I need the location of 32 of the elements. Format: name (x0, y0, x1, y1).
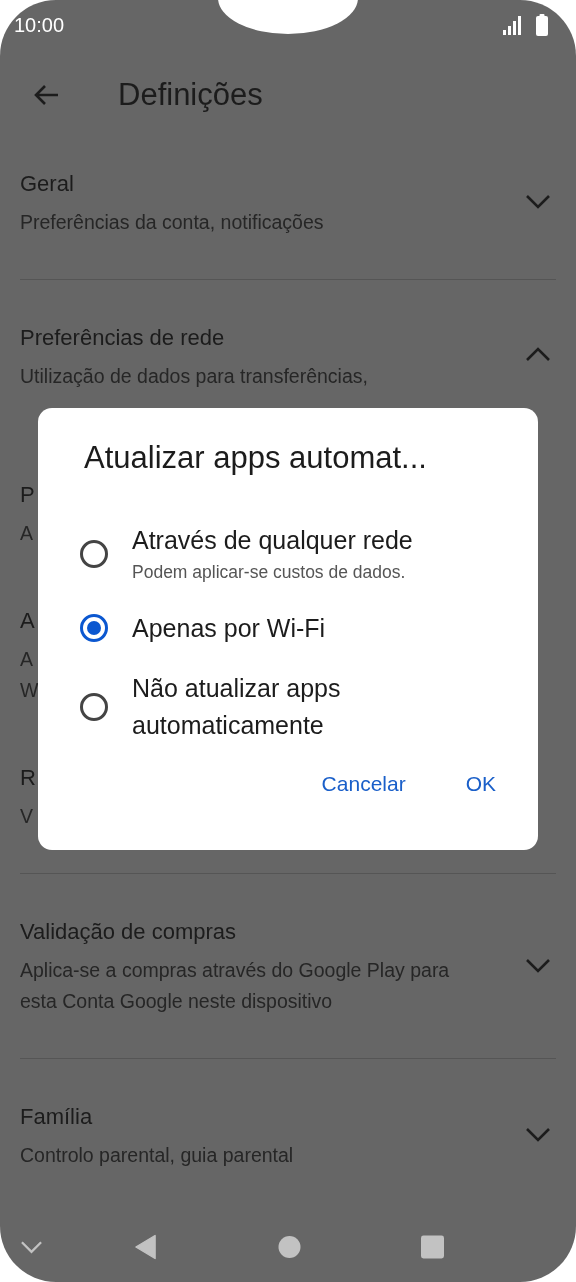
home-icon[interactable] (278, 1235, 301, 1260)
dialog-button[interactable]: Cancelar (321, 766, 406, 802)
recents-icon[interactable] (421, 1235, 444, 1260)
setting-title: Geral (20, 170, 74, 199)
setting-title: Validação de compras (20, 918, 237, 947)
option-label: Não atualizar apps automaticamente (132, 673, 341, 741)
option-label: Através de qualquer rede (132, 525, 413, 556)
battery-icon (536, 14, 548, 37)
chevron-down-icon[interactable] (20, 1240, 43, 1255)
dialog-button[interactable]: OK (465, 766, 496, 802)
option-label: Apenas por Wi-Fi (132, 613, 326, 644)
radio-button[interactable] (80, 693, 108, 721)
setting-title: Preferências de rede (20, 324, 225, 353)
setting-description: V (20, 804, 33, 830)
setting-title: Família (20, 1103, 93, 1132)
setting-title: R (20, 764, 36, 793)
signal-icon (502, 14, 524, 37)
setting-description: Aplica-se a compras através do Google Play para esta Conta Google neste dispositivo (20, 958, 450, 1015)
option-description: Podem aplicar-se custos de dados. (132, 561, 407, 584)
page-title: Definições (118, 77, 263, 114)
setting-description: Controlo parental, guia parental (20, 1143, 294, 1169)
radio-button[interactable] (80, 540, 108, 568)
setting-description: A (20, 521, 33, 547)
dialog-title: Atualizar apps automat... (84, 439, 428, 477)
setting-description: A W (20, 647, 39, 704)
back-icon[interactable] (134, 1233, 157, 1262)
setting-title: P (20, 481, 35, 510)
setting-title: A (20, 607, 35, 636)
setting-description: Preferências da conta, notificações (20, 210, 324, 236)
status-time: 10:00 (14, 13, 65, 37)
radio-button[interactable] (80, 614, 108, 642)
setting-description: Utilização de dados para transferências, (20, 364, 368, 390)
